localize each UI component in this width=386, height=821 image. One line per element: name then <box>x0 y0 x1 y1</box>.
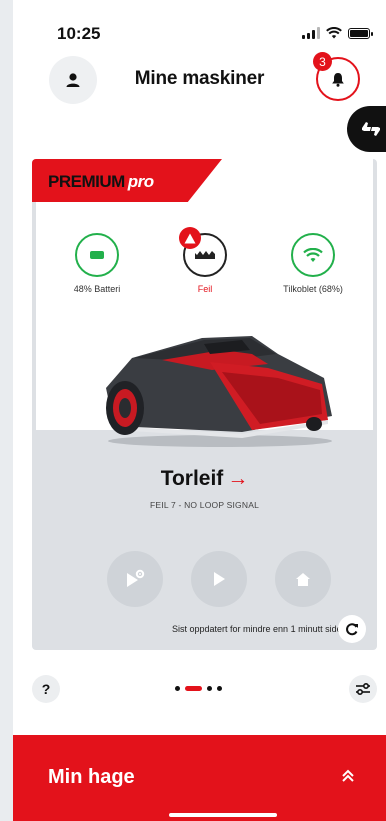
error-message: FEIL 7 - NO LOOP SIGNAL <box>150 500 259 510</box>
mower-image <box>92 324 347 449</box>
status-icons <box>302 27 373 39</box>
warning-icon <box>179 227 201 249</box>
home-indicator <box>169 813 277 817</box>
last-updated-text: Sist oppdatert for mindre enn 1 minutt s… <box>172 624 350 634</box>
wifi-status-icon <box>326 27 342 39</box>
page-indicator[interactable] <box>175 686 222 691</box>
refresh-button[interactable] <box>338 615 366 643</box>
page-dot-active[interactable] <box>185 686 202 691</box>
mow-settings-button[interactable] <box>107 551 163 607</box>
home-icon <box>296 572 310 586</box>
garden-title: Min hage <box>48 766 135 788</box>
wifi-icon <box>291 233 335 277</box>
app-screen: 10:25 Mine maskiner 3 PREMIUM pro 48% Ba… <box>13 0 386 821</box>
home-button[interactable] <box>275 551 331 607</box>
notification-count-badge: 3 <box>313 52 332 71</box>
play-icon <box>214 572 225 586</box>
premium-badge-main: PREMIUM <box>48 172 125 191</box>
page-dot[interactable] <box>175 686 180 691</box>
play-button[interactable] <box>191 551 247 607</box>
signal-icon <box>302 27 320 39</box>
connection-label: Tilkoblet (68%) <box>283 284 343 294</box>
bottom-controls: ? <box>13 673 386 713</box>
chevron-double-up-icon[interactable] <box>341 769 355 788</box>
mower-status-icon <box>179 227 227 277</box>
battery-stat: 48% Batteri <box>42 233 152 294</box>
notifications-button[interactable]: 3 <box>313 52 360 101</box>
connection-stat: Tilkoblet (68%) <box>258 233 368 294</box>
status-stat: Feil <box>150 227 260 294</box>
battery-status-icon <box>348 27 373 39</box>
battery-icon <box>75 233 119 277</box>
bell-icon <box>332 72 344 87</box>
arrow-right-icon: → <box>227 467 249 490</box>
mow-settings-icon <box>127 569 145 587</box>
settings-button[interactable] <box>349 675 377 703</box>
sliders-icon <box>356 682 370 696</box>
mower-card[interactable]: PREMIUM pro 48% Batteri Feil Tilkoblet (… <box>32 159 377 650</box>
status-time: 10:25 <box>57 24 101 43</box>
app-header: Mine maskiner 3 <box>13 52 386 108</box>
mower-name: Torleif <box>160 467 224 490</box>
status-bar: 10:25 <box>13 0 386 48</box>
feedback-tab[interactable] <box>347 106 386 152</box>
garden-drawer[interactable]: Min hage <box>13 735 386 821</box>
refresh-icon <box>346 623 358 636</box>
mower-name-link[interactable]: Torleif → <box>32 467 377 491</box>
page-dot[interactable] <box>217 686 222 691</box>
battery-label: 48% Batteri <box>73 284 121 294</box>
thumbs-feedback-icon <box>362 122 380 136</box>
premium-badge-suffix: pro <box>127 172 154 191</box>
help-button[interactable]: ? <box>32 675 60 703</box>
status-label: Feil <box>197 284 213 294</box>
page-dot[interactable] <box>207 686 212 691</box>
